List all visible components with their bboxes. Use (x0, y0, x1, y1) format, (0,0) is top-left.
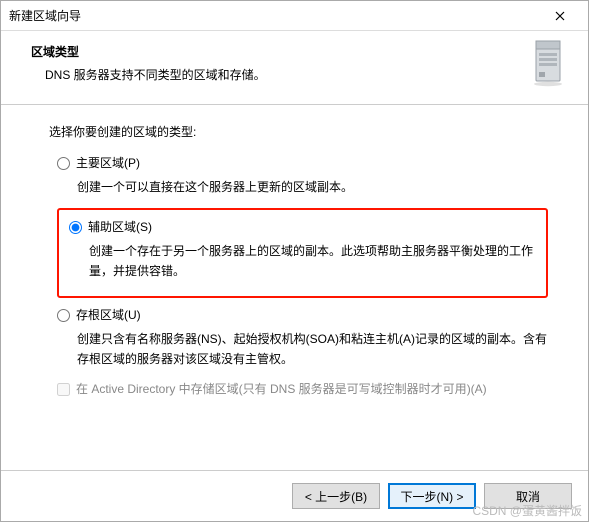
radio-stub[interactable]: 存根区域(U) (57, 306, 548, 325)
zone-type-group: 主要区域(P) 创建一个可以直接在这个服务器上更新的区域副本。 辅助区域(S) … (57, 154, 548, 370)
server-icon (528, 39, 568, 90)
radio-primary-input[interactable] (57, 157, 70, 170)
header-text: 区域类型 DNS 服务器支持不同类型的区域和存储。 (31, 43, 518, 90)
header-title: 区域类型 (31, 43, 518, 60)
radio-secondary-input[interactable] (69, 221, 82, 234)
close-icon (555, 11, 565, 21)
desc-stub: 创建只含有名称服务器(NS)、起始授权机构(SOA)和粘连主机(A)记录的区域的… (77, 329, 548, 370)
wizard-window: 新建区域向导 区域类型 DNS 服务器支持不同类型的区域和存储。 选择你要创建的… (0, 0, 589, 522)
desc-secondary: 创建一个存在于另一个服务器上的区域的副本。此选项帮助主服务器平衡处理的工作量，并… (89, 241, 536, 282)
ad-storage-checkbox-row: 在 Active Directory 中存储区域(只有 DNS 服务器是可写域控… (57, 380, 548, 399)
ad-storage-checkbox (57, 383, 70, 396)
radio-primary-label: 主要区域(P) (76, 154, 140, 173)
cancel-button[interactable]: 取消 (484, 483, 572, 509)
back-button[interactable]: < 上一步(B) (292, 483, 380, 509)
highlighted-option: 辅助区域(S) 创建一个存在于另一个服务器上的区域的副本。此选项帮助主服务器平衡… (57, 208, 548, 298)
wizard-header: 区域类型 DNS 服务器支持不同类型的区域和存储。 (1, 31, 588, 105)
radio-stub-label: 存根区域(U) (76, 306, 141, 325)
titlebar: 新建区域向导 (1, 1, 588, 31)
next-button[interactable]: 下一步(N) > (388, 483, 476, 509)
prompt-label: 选择你要创建的区域的类型: (49, 123, 548, 142)
window-title: 新建区域向导 (9, 7, 540, 24)
radio-stub-input[interactable] (57, 309, 70, 322)
close-button[interactable] (540, 2, 580, 30)
radio-secondary[interactable]: 辅助区域(S) (69, 218, 536, 237)
wizard-footer: < 上一步(B) 下一步(N) > 取消 (1, 470, 588, 521)
option-primary: 主要区域(P) 创建一个可以直接在这个服务器上更新的区域副本。 (57, 154, 548, 198)
wizard-content: 选择你要创建的区域的类型: 主要区域(P) 创建一个可以直接在这个服务器上更新的… (1, 105, 588, 470)
radio-primary[interactable]: 主要区域(P) (57, 154, 548, 173)
option-secondary: 辅助区域(S) 创建一个存在于另一个服务器上的区域的副本。此选项帮助主服务器平衡… (69, 218, 536, 282)
desc-primary: 创建一个可以直接在这个服务器上更新的区域副本。 (77, 177, 548, 197)
ad-storage-label: 在 Active Directory 中存储区域(只有 DNS 服务器是可写域控… (76, 380, 487, 399)
radio-secondary-label: 辅助区域(S) (88, 218, 152, 237)
option-stub: 存根区域(U) 创建只含有名称服务器(NS)、起始授权机构(SOA)和粘连主机(… (57, 306, 548, 370)
header-subtitle: DNS 服务器支持不同类型的区域和存储。 (45, 66, 518, 83)
